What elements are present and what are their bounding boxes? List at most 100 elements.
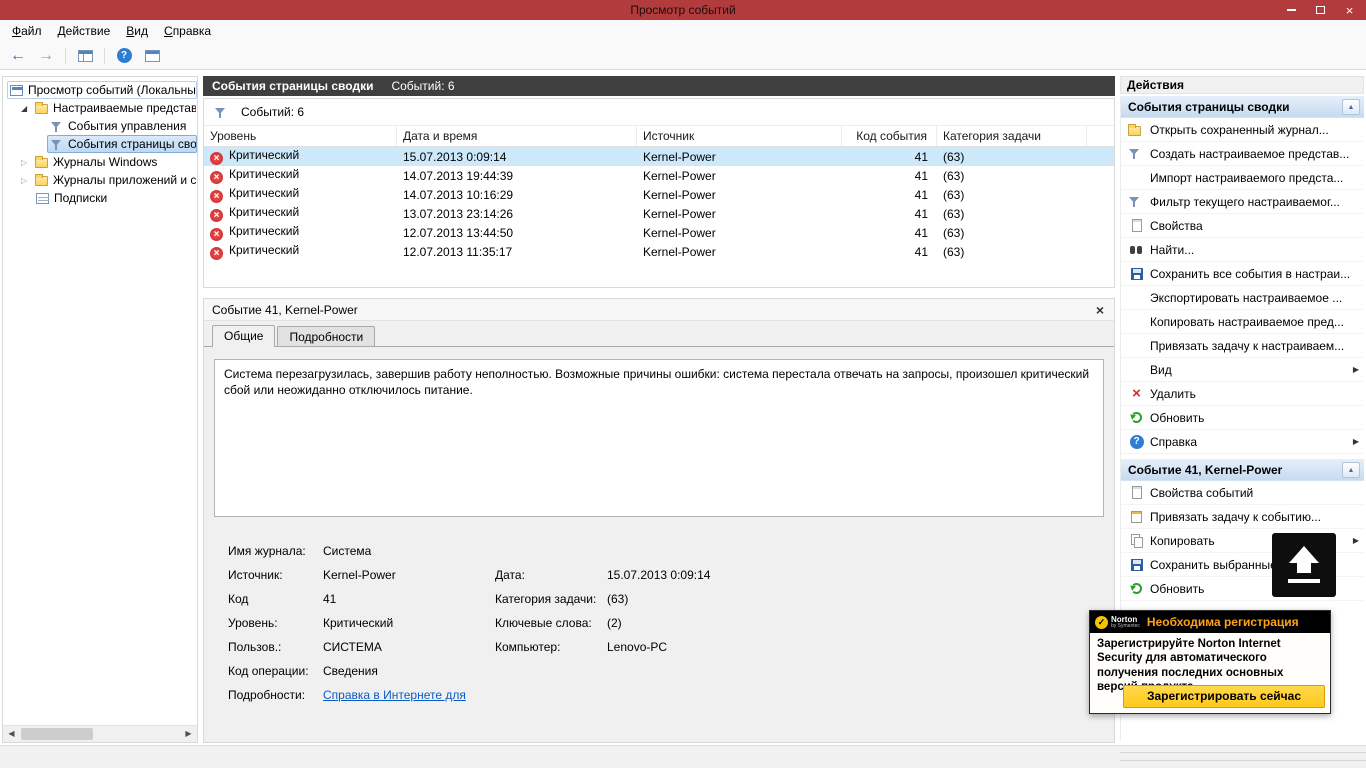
tree-item-windows-logs[interactable]: ▷ Журналы Windows <box>3 153 197 171</box>
toolbar-separator <box>104 48 105 64</box>
tree-item-custom-views[interactable]: ◢ Настраиваемые представле <box>3 99 197 117</box>
norton-upload-badge[interactable] <box>1272 533 1336 597</box>
action-create-custom-view[interactable]: Создать настраиваемое представ... <box>1121 142 1364 166</box>
critical-icon: × <box>210 228 223 241</box>
save-icon <box>1131 559 1143 571</box>
field-label: Код <box>228 587 323 611</box>
menu-file[interactable]: Файл <box>4 21 50 41</box>
field-row: Подробности:Справка в Интернете для <box>228 683 1114 707</box>
action-help-submenu[interactable]: ?Справка▶ <box>1121 430 1364 454</box>
action-find[interactable]: Найти... <box>1121 238 1364 262</box>
cell-category: (63) <box>937 207 1087 221</box>
tree-item-subscriptions[interactable]: Подписки <box>3 189 197 207</box>
field-value: Lenovo-PC <box>607 635 1114 659</box>
bottom-divider-lines <box>1120 752 1366 761</box>
table-row[interactable]: ×Критический 15.07.2013 0:09:14 Kernel-P… <box>204 147 1114 166</box>
norton-notification: ✓ Norton by Symantec Необходима регистра… <box>1089 610 1331 714</box>
tree-label: Журналы приложений и сл <box>53 173 197 187</box>
cell-category: (63) <box>937 150 1087 164</box>
field-value: Система <box>323 539 495 563</box>
action-delete[interactable]: ×Удалить <box>1121 382 1364 406</box>
expander-closed-icon[interactable]: ▷ <box>21 158 32 167</box>
action-properties[interactable]: Свойства <box>1121 214 1364 238</box>
column-header-source[interactable]: Источник <box>637 126 842 146</box>
field-value: (63) <box>607 587 1114 611</box>
subscriptions-icon <box>36 193 49 204</box>
action-event-properties[interactable]: Свойства событий <box>1121 481 1364 505</box>
minimize-button[interactable] <box>1277 0 1306 20</box>
menu-help[interactable]: Справка <box>156 21 219 41</box>
action-attach-task-to-event[interactable]: Привязать задачу к событию... <box>1121 505 1364 529</box>
menu-view[interactable]: Вид <box>118 21 156 41</box>
menu-bar: Файл Действие Вид Справка <box>0 20 1366 42</box>
column-header-level[interactable]: Уровень <box>204 126 397 146</box>
title-bar: Просмотр событий × <box>0 0 1366 20</box>
cell-level: Критический <box>229 243 299 257</box>
expander-closed-icon[interactable]: ▷ <box>21 176 32 185</box>
cell-level: Критический <box>229 167 299 181</box>
action-save-all-events[interactable]: Сохранить все события в настраи... <box>1121 262 1364 286</box>
table-row[interactable]: ×Критический 12.07.2013 13:44:50 Kernel-… <box>204 223 1114 242</box>
tab-general[interactable]: Общие <box>212 325 275 347</box>
actions-section-event-header[interactable]: Событие 41, Kernel-Power ▲ <box>1121 459 1364 481</box>
minimize-icon <box>1287 9 1296 11</box>
maximize-button[interactable] <box>1306 0 1335 20</box>
scroll-right-icon[interactable]: ▶ <box>180 726 197 742</box>
tree-item-admin-events[interactable]: События управления <box>3 117 197 135</box>
action-pane-icon <box>145 50 160 62</box>
filter-icon <box>1128 195 1141 208</box>
menu-action[interactable]: Действие <box>50 21 119 41</box>
tree-item-app-service-logs[interactable]: ▷ Журналы приложений и сл <box>3 171 197 189</box>
show-console-tree-button[interactable] <box>72 44 98 67</box>
tree-item-summary-page-events[interactable]: События страницы свод <box>3 135 197 153</box>
event-fields: Имя журнала:Система Источник:Kernel-Powe… <box>228 539 1114 707</box>
blank-icon <box>1128 338 1145 354</box>
action-export-custom-view[interactable]: Экспортировать настраиваемое ... <box>1121 286 1364 310</box>
action-refresh[interactable]: Обновить <box>1121 406 1364 430</box>
event-description: Система перезагрузилась, завершив работу… <box>214 359 1104 517</box>
column-header-task-category[interactable]: Категория задачи <box>937 126 1087 146</box>
tree-horizontal-scrollbar[interactable]: ◀ ▶ <box>3 725 197 742</box>
action-import-custom-view[interactable]: Импорт настраиваемого предста... <box>1121 166 1364 190</box>
close-button[interactable]: × <box>1335 0 1364 20</box>
field-value <box>607 659 1114 683</box>
cell-datetime: 14.07.2013 10:16:29 <box>397 188 637 202</box>
cell-code: 41 <box>842 207 937 221</box>
table-row[interactable]: ×Критический 12.07.2013 11:35:17 Kernel-… <box>204 242 1114 261</box>
back-button[interactable]: ← <box>5 44 31 67</box>
action-attach-task-to-view[interactable]: Привязать задачу к настраиваем... <box>1121 334 1364 358</box>
field-value <box>607 539 1114 563</box>
action-pane-button[interactable] <box>139 44 165 67</box>
table-row[interactable]: ×Критический 14.07.2013 10:16:29 Kernel-… <box>204 185 1114 204</box>
scrollbar-thumb[interactable] <box>21 728 93 740</box>
cell-datetime: 13.07.2013 23:14:26 <box>397 207 637 221</box>
tree-item-event-viewer-root[interactable]: Просмотр событий (Локальны <box>3 81 197 99</box>
folder-icon <box>35 158 48 168</box>
action-filter-current-view[interactable]: Фильтр текущего настраиваемог... <box>1121 190 1364 214</box>
expander-open-icon[interactable]: ◢ <box>21 104 32 113</box>
collapse-icon[interactable]: ▲ <box>1342 462 1360 478</box>
detail-close-icon[interactable]: × <box>1096 303 1104 317</box>
scroll-left-icon[interactable]: ◀ <box>3 726 20 742</box>
close-icon: × <box>1346 4 1354 17</box>
forward-arrow-icon: → <box>38 48 54 64</box>
help-button[interactable]: ? <box>111 44 137 67</box>
collapse-icon[interactable]: ▲ <box>1342 99 1360 115</box>
table-row[interactable]: ×Критический 13.07.2013 23:14:26 Kernel-… <box>204 204 1114 223</box>
table-row[interactable]: ×Критический 14.07.2013 19:44:39 Kernel-… <box>204 166 1114 185</box>
norton-register-button[interactable]: Зарегистрировать сейчас <box>1123 685 1325 708</box>
find-icon <box>1130 245 1143 254</box>
cell-source: Kernel-Power <box>637 207 842 221</box>
field-value: 41 <box>323 587 495 611</box>
action-copy-custom-view[interactable]: Копировать настраиваемое пред... <box>1121 310 1364 334</box>
tab-details[interactable]: Подробности <box>277 326 375 346</box>
online-help-link[interactable]: Справка в Интернете для <box>323 688 466 702</box>
actions-section-summary-header[interactable]: События страницы сводки ▲ <box>1121 96 1364 118</box>
column-header-event-code[interactable]: Код события <box>842 126 937 146</box>
action-open-saved-log[interactable]: Открыть сохраненный журнал... <box>1121 118 1364 142</box>
forward-button[interactable]: → <box>33 44 59 67</box>
detail-tabs: Общие Подробности <box>204 321 1114 347</box>
column-header-datetime[interactable]: Дата и время <box>397 126 637 146</box>
action-view-submenu[interactable]: Вид▶ <box>1121 358 1364 382</box>
tree-label: Настраиваемые представле <box>53 101 197 115</box>
